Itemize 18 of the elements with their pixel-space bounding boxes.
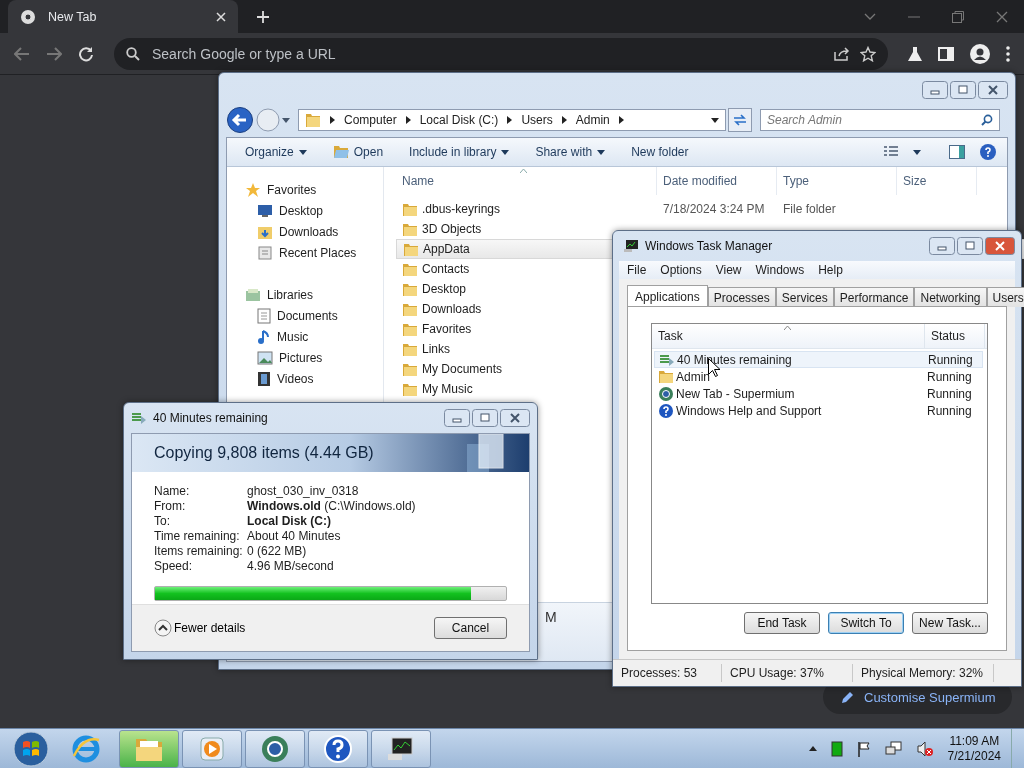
detail-value: Windows.old (C:\Windows.old) [247, 499, 417, 514]
detail-value: About 40 Minutes [247, 529, 342, 544]
status-text: Physical Memory: 32% [853, 664, 995, 682]
dialog-banner: Copying 9,808 items (4.44 GB) [132, 434, 529, 472]
copy-dialog: 40 Minutes remaining Copying 9,808 items (4.44 GB) Name: ghost_030_inv_0318 From: Windows.old (C:\Windows.old) To: Local Disk (C:) Time remaining: About 40 Minutes Items remaining: 0 (622 MB) Speed: 4.96 MB/second Fewer details Cancel [123, 402, 538, 660]
status-text: CPU Usage: 37% [722, 664, 853, 682]
detail-value: 0 (622 MB) [247, 544, 308, 559]
status-text: Processes: 53 [613, 664, 722, 682]
detail-label: Speed: [154, 559, 194, 574]
detail-label: To: [154, 514, 171, 529]
detail-label: Items remaining: [154, 544, 244, 559]
detail-value: Local Disk (C:) [247, 514, 332, 529]
task-manager-dialog: Windows Task Manager File Options View Windows Help Applications Processes Services Performance Networking Users Task Status 40 Minutes remaining Running Admin Running New Tab - Supermium Running Windows Help and Support Running End Task Switch To New Task... Processes: 53 CPU Usage: 37% Physical Memory: 32% [612, 230, 1022, 687]
detail-label: Time remaining: [154, 529, 241, 544]
detail-label: From: [154, 499, 187, 514]
detail-value: 4.96 MB/second [247, 559, 335, 574]
detail-label: Name: [154, 484, 191, 499]
detail-value: ghost_030_inv_0318 [247, 484, 360, 499]
